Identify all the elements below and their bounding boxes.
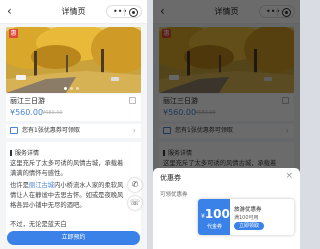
details-paragraph-1: 这里充斥了太多可诱的风情古城，承载着满满的情怀与感性。: [10, 160, 124, 177]
details-text: 也许是: [10, 182, 29, 189]
detail-screen-with-coupon-sheet: ‹ 详情页 ••• 惠 丽江三日游 ¥560.00 ¥680.0: [153, 0, 300, 249]
coupon-value-panel: ¥100 代金券: [198, 199, 230, 235]
claim-coupon-button[interactable]: 立即领取: [234, 222, 264, 230]
product-price: ¥560.00: [10, 108, 44, 117]
headset-icon[interactable]: ☏: [128, 196, 142, 210]
coupon-bottom-sheet: 优惠券 × 可领优惠券 ¥100 代金券 旅游优惠券 满100可用 立即领取: [153, 168, 300, 249]
place-link[interactable]: 丽江古城: [29, 182, 54, 189]
coupon-condition: 满100可用: [234, 215, 259, 221]
coupon-entry-row[interactable]: 您有1张优惠券可领取 ›: [6, 124, 141, 138]
autumn-street-photo: [6, 27, 141, 93]
phone-icon[interactable]: ✆: [128, 178, 142, 192]
coupon-type: 代金券: [207, 224, 223, 230]
original-price: ¥680.00: [42, 110, 63, 116]
coupon-icon: [10, 127, 18, 134]
details-heading: 服务详情: [10, 148, 39, 157]
navbar: ‹ 详情页 •••: [0, 0, 147, 24]
book-now-button[interactable]: 立即预约: [7, 231, 140, 245]
service-details: 服务详情 这里充斥了太多可诱的风情古城，承载着满满的情怀与感性。 也许是丽江古城…: [6, 142, 141, 234]
details-paragraph-3: 不过，无论是蓝天白: [10, 221, 67, 228]
target-circle-icon[interactable]: [129, 8, 138, 17]
hot-tag-icon: 惠: [9, 29, 18, 38]
coupon-amount: ¥100: [201, 207, 230, 221]
detail-screen: ‹ 详情页 ••• 惠 丽江三日游 ¥560.00 ¥680.00 您有1张优惠…: [0, 0, 147, 249]
chevron-right-icon: ›: [132, 126, 136, 135]
coupon-amount-value: 100: [204, 207, 230, 221]
mini-program-capsule: •••: [106, 5, 142, 18]
sheet-title: 优惠券: [160, 174, 181, 182]
coupon-name: 旅游优惠券: [234, 207, 262, 213]
close-icon[interactable]: ×: [285, 171, 293, 181]
sheet-subtitle: 可领优惠券: [160, 192, 188, 198]
details-paragraph-2: 也许是丽江古城内小桥流水人家的柔软风情让人在静谧中去思古怀。如或是夜晚风格各异小…: [10, 181, 128, 211]
hero-image: [6, 27, 141, 93]
coupon-card: ¥100 代金券 旅游优惠券 满100可用 立即领取: [198, 199, 294, 235]
share-icon[interactable]: [129, 97, 136, 104]
coupon-entry-text: 您有1张优惠券可领取: [22, 127, 80, 134]
ellipsis-icon[interactable]: •••: [113, 7, 127, 17]
carousel-indicator: [64, 87, 84, 90]
product-info-card: 丽江三日游 ¥560.00 ¥680.00: [6, 94, 141, 121]
capsule-divider: [124, 8, 125, 16]
product-name: 丽江三日游: [10, 97, 45, 105]
